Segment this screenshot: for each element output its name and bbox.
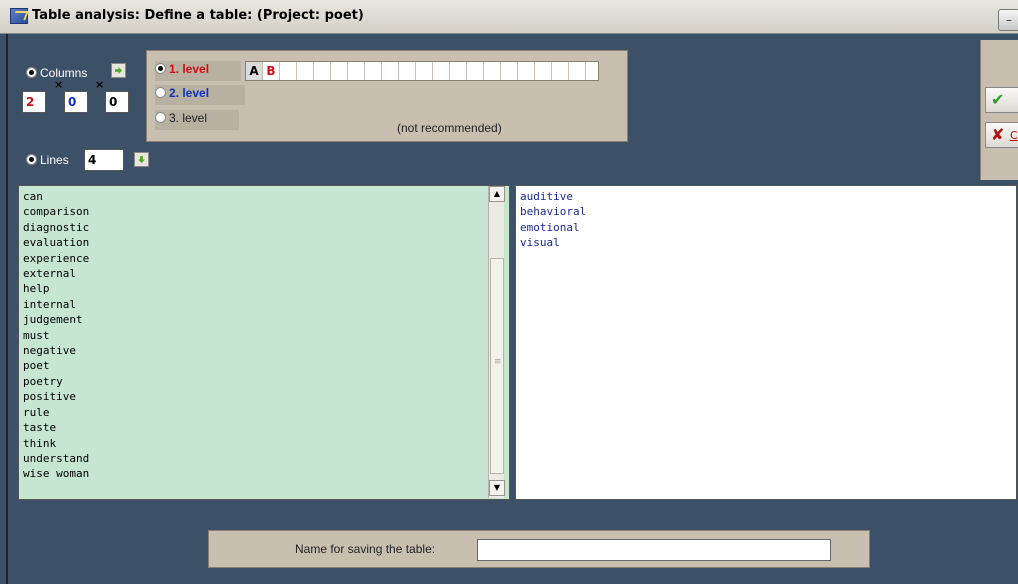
- scroll-thumb[interactable]: [490, 258, 504, 474]
- window-frame-left: [0, 34, 8, 584]
- left-list-item[interactable]: think: [23, 436, 509, 451]
- title-bar: Table analysis: Define a table: (Project…: [0, 0, 1018, 34]
- level-grid-cell[interactable]: [484, 62, 501, 80]
- cancel-label: C: [1010, 129, 1018, 142]
- left-list-item[interactable]: understand: [23, 451, 509, 466]
- level-grid-cell[interactable]: [297, 62, 314, 80]
- level-2-option[interactable]: 2. level: [155, 85, 245, 105]
- level-grid-cell[interactable]: A: [246, 62, 263, 80]
- left-list-item[interactable]: negative: [23, 343, 509, 358]
- scroll-up-button[interactable]: ▲: [489, 186, 505, 202]
- window-title: Table analysis: Define a table: (Project…: [32, 8, 364, 23]
- level-grid-cell[interactable]: [518, 62, 535, 80]
- left-list-item[interactable]: must: [23, 328, 509, 343]
- left-list-item[interactable]: poet: [23, 358, 509, 373]
- columns-radio[interactable]: [26, 67, 37, 79]
- level-grid-cell[interactable]: [331, 62, 348, 80]
- level-2-label: 2. level: [169, 85, 210, 100]
- level-grid-cell[interactable]: [399, 62, 416, 80]
- level-grid-cell[interactable]: [314, 62, 331, 80]
- column-count-field-2[interactable]: 0: [64, 91, 88, 113]
- right-list-item[interactable]: visual: [520, 235, 1016, 250]
- left-list-item[interactable]: diagnostic: [23, 220, 509, 235]
- level-grid-cell[interactable]: [569, 62, 586, 80]
- right-list-item[interactable]: behavioral: [520, 204, 1016, 219]
- cancel-button[interactable]: ✘ C: [985, 122, 1018, 148]
- level-3-label: 3. level: [169, 110, 208, 125]
- lines-option[interactable]: Lines: [26, 152, 69, 167]
- not-recommended-note: (not recommended): [397, 121, 502, 135]
- save-panel: Name for saving the table:: [208, 530, 870, 568]
- level-grid-cell[interactable]: [382, 62, 399, 80]
- save-name-input[interactable]: [477, 539, 831, 561]
- level-grid-cell[interactable]: [535, 62, 552, 80]
- level-1-radio[interactable]: [155, 63, 166, 75]
- left-list-item[interactable]: poetry: [23, 374, 509, 389]
- column-count-field-3[interactable]: 0: [105, 91, 129, 113]
- lines-radio[interactable]: [26, 154, 37, 166]
- times-icon: ×: [95, 78, 105, 91]
- scroll-down-button[interactable]: ▼: [489, 480, 505, 496]
- level-3-option[interactable]: 3. level: [155, 110, 239, 130]
- level-grid-cell[interactable]: [433, 62, 450, 80]
- left-list-item[interactable]: rule: [23, 405, 509, 420]
- left-list-item[interactable]: evaluation: [23, 235, 509, 250]
- left-list-item[interactable]: internal: [23, 297, 509, 312]
- left-list-item[interactable]: judgement: [23, 312, 509, 327]
- left-list-item[interactable]: external: [23, 266, 509, 281]
- level-grid-cell[interactable]: [280, 62, 297, 80]
- right-button-panel: ✔ ✘ C: [980, 40, 1018, 180]
- left-list-item[interactable]: taste: [23, 420, 509, 435]
- left-list-item[interactable]: help: [23, 281, 509, 296]
- level-grid[interactable]: AB: [245, 61, 599, 81]
- columns-label: Columns: [40, 65, 88, 80]
- right-category-list[interactable]: auditive behavioral emotional visual: [515, 185, 1017, 500]
- app-icon: [10, 8, 28, 24]
- ok-button[interactable]: ✔: [985, 87, 1018, 113]
- left-list-item[interactable]: experience: [23, 251, 509, 266]
- lines-label: Lines: [40, 152, 69, 167]
- level-grid-cell[interactable]: B: [263, 62, 280, 80]
- level-grid-cell[interactable]: [348, 62, 365, 80]
- level-grid-cell[interactable]: [467, 62, 484, 80]
- right-list-item[interactable]: auditive: [520, 189, 1016, 204]
- level-grid-cell[interactable]: [501, 62, 518, 80]
- lines-count-field[interactable]: 4: [84, 149, 124, 171]
- level-grid-cell[interactable]: [365, 62, 382, 80]
- column-count-field-1[interactable]: 2: [22, 91, 46, 113]
- left-list-item[interactable]: wise woman: [23, 466, 509, 481]
- level-grid-cell[interactable]: [450, 62, 467, 80]
- left-list-item[interactable]: can: [23, 189, 509, 204]
- level-panel: 1. level 2. level 3. level AB (not recom…: [146, 50, 628, 142]
- right-list-item[interactable]: emotional: [520, 220, 1016, 235]
- minimize-button[interactable]: –: [998, 9, 1018, 31]
- left-category-list[interactable]: can comparison diagnostic evaluation experie…: [18, 185, 510, 500]
- lines-apply-button[interactable]: [134, 152, 149, 167]
- level-1-option[interactable]: 1. level: [155, 61, 241, 81]
- save-name-label: Name for saving the table:: [295, 542, 436, 556]
- check-icon: ✔: [991, 90, 1005, 109]
- level-1-label: 1. level: [169, 61, 210, 76]
- left-list-item[interactable]: comparison: [23, 204, 509, 219]
- left-list-item[interactable]: positive: [23, 389, 509, 404]
- columns-apply-button[interactable]: [111, 63, 126, 78]
- level-3-radio[interactable]: [155, 112, 166, 124]
- level-grid-cell[interactable]: [552, 62, 569, 80]
- close-icon: ✘: [991, 125, 1005, 144]
- level-grid-cell[interactable]: [416, 62, 433, 80]
- times-icon: ×: [54, 78, 64, 91]
- level-2-radio[interactable]: [155, 87, 166, 99]
- left-list-scrollbar[interactable]: ▲ ▼: [488, 186, 505, 498]
